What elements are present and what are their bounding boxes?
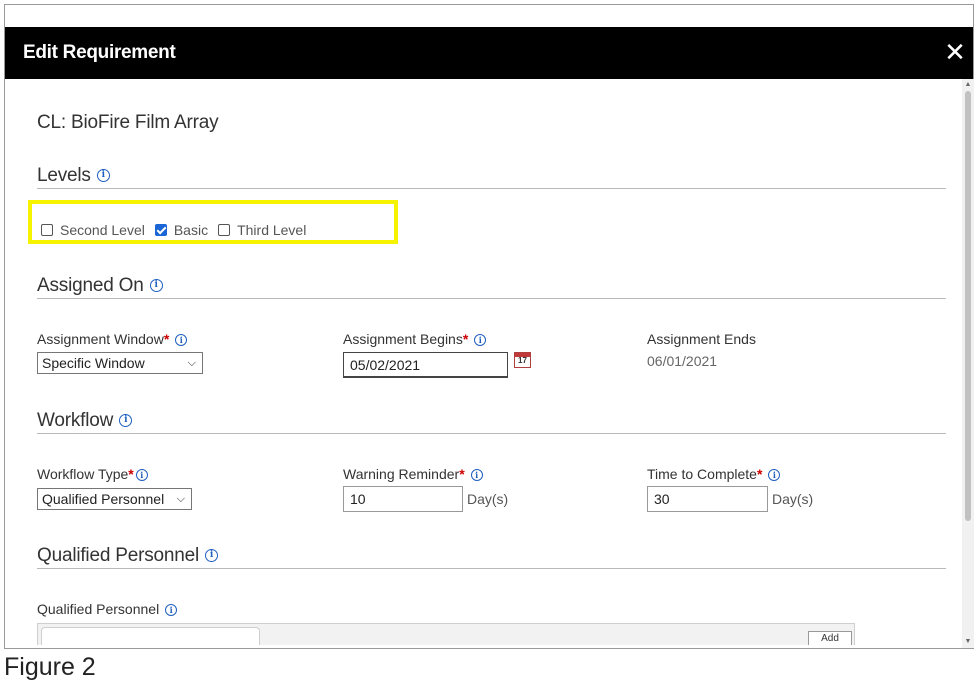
scroll-down-icon[interactable]: ▼ — [964, 638, 972, 646]
qualified-personnel-info-icon[interactable]: i — [205, 549, 219, 563]
required-marker: * — [459, 466, 465, 482]
assigned-on-divider — [37, 298, 946, 299]
assignment-ends-label: Assignment Ends — [647, 331, 756, 347]
section-levels-title: Levels — [37, 165, 91, 186]
workflow-info-icon[interactable]: i — [119, 414, 133, 428]
section-qualified-personnel-title: Qualified Personnel — [37, 545, 200, 566]
checkbox-second-level[interactable] — [41, 224, 53, 236]
levels-info-icon[interactable]: i — [96, 169, 110, 183]
section-assigned-on: Assigned On i — [37, 275, 163, 297]
chevron-down-icon: ⌵ — [176, 493, 185, 505]
checkbox-second-level-label: Second Level — [60, 222, 145, 238]
warning-reminder-info-icon[interactable]: i — [470, 469, 483, 482]
warning-reminder-unit: Day(s) — [467, 491, 509, 507]
required-marker: * — [128, 466, 134, 482]
figure-caption: Figure 2 — [4, 653, 96, 681]
warning-reminder-input[interactable]: 10 — [343, 486, 463, 512]
qualified-personnel-divider — [37, 568, 946, 569]
scroll-thumb[interactable] — [965, 91, 971, 521]
workflow-type-label: Workflow Type* i — [37, 466, 148, 482]
time-to-complete-info-icon[interactable]: i — [768, 469, 781, 482]
levels-divider — [37, 188, 946, 189]
section-workflow: Workflow i — [37, 410, 133, 432]
section-workflow-title: Workflow — [37, 410, 114, 431]
time-to-complete-input[interactable]: 30 — [647, 486, 768, 512]
assigned-on-info-icon[interactable]: i — [149, 279, 163, 293]
checkbox-third-level-label: Third Level — [237, 222, 307, 238]
assignment-window-select[interactable]: Specific Window ⌵ — [37, 352, 203, 374]
checkbox-third-level[interactable] — [218, 224, 231, 236]
close-icon[interactable]: ✕ — [943, 37, 967, 67]
assignment-window-info-icon[interactable]: i — [175, 334, 188, 347]
assignment-begins-label: Assignment Begins* i — [343, 331, 487, 347]
calendar-icon[interactable]: 17 — [514, 352, 531, 368]
dialog-header: Edit Requirement ✕ — [5, 27, 973, 79]
warning-reminder-label: Warning Reminder* i — [343, 466, 483, 482]
checkbox-basic[interactable] — [154, 224, 167, 236]
checkbox-basic-label: Basic — [173, 222, 209, 238]
assignment-ends-value: 06/01/2021 — [647, 353, 718, 369]
required-marker: * — [756, 466, 763, 482]
assignment-window-label: Assignment Window* i — [37, 331, 188, 347]
scroll-up-icon[interactable]: ▲ — [964, 81, 972, 89]
requirement-name: CL: BioFire Film Array — [37, 112, 219, 133]
assignment-begins-info-icon[interactable]: i — [474, 334, 487, 347]
qualified-personnel-add-button[interactable]: Add — [808, 631, 852, 645]
section-assigned-on-title: Assigned On — [37, 275, 144, 296]
qualified-personnel-label: Qualified Personnel i — [37, 601, 178, 617]
required-marker: * — [163, 331, 170, 347]
workflow-type-select[interactable]: Qualified Personnel ⌵ — [37, 488, 192, 510]
section-levels: Levels i — [37, 165, 110, 187]
workflow-type-info-icon[interactable]: i — [135, 469, 148, 482]
vertical-scrollbar[interactable]: ▲ ▼ — [962, 79, 974, 648]
time-to-complete-label: Time to Complete* i — [647, 466, 781, 482]
assignment-begins-input[interactable]: 05/02/2021 — [343, 352, 508, 378]
levels-checkbox-row: Second Level Basic Third Level — [41, 222, 316, 238]
dialog-title: Edit Requirement — [23, 42, 176, 63]
required-marker: * — [462, 331, 469, 347]
qualified-personnel-field-info-icon[interactable]: i — [165, 604, 178, 617]
section-qualified-personnel: Qualified Personnel i — [37, 545, 219, 567]
qualified-personnel-search-input[interactable] — [41, 627, 260, 645]
calendar-day: 17 — [518, 356, 527, 365]
workflow-divider — [37, 433, 946, 434]
time-to-complete-unit: Day(s) — [772, 491, 814, 507]
chevron-down-icon: ⌵ — [187, 357, 196, 369]
